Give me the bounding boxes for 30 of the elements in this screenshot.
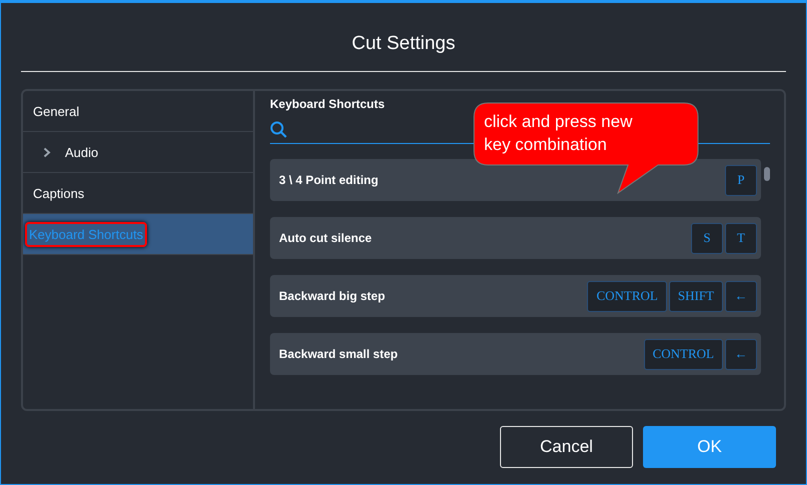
sidebar-item[interactable]: Audio (23, 132, 253, 173)
chevron-icon[interactable] (43, 146, 51, 158)
shortcut-row[interactable]: Backward small step CONTROL ← (270, 333, 761, 375)
key-cap[interactable]: ← (725, 338, 757, 370)
key-cap[interactable]: SHIFT (668, 280, 723, 312)
key-cap[interactable]: ← (725, 280, 757, 312)
key-cap[interactable]: S (691, 222, 723, 254)
key-cap[interactable]: P (725, 164, 757, 196)
ok-button[interactable]: OK (643, 426, 776, 468)
key-cap[interactable]: T (725, 222, 757, 254)
search-icon (270, 121, 288, 139)
sidebar-label: Captions (32, 184, 86, 203)
window-title: Cut Settings (350, 32, 456, 56)
shortcut-row[interactable]: Auto cut silence S T (270, 217, 761, 259)
scrollbar-thumb[interactable] (764, 167, 770, 181)
shortcut-name: Backward small step (279, 347, 398, 361)
key-cap[interactable]: CONTROL (587, 280, 667, 312)
sidebar-label: Audio (64, 144, 100, 162)
sidebar-label: Keyboard Shortcuts (25, 222, 148, 246)
cancel-button[interactable]: Cancel (500, 426, 633, 468)
key-cap[interactable]: CONTROL (644, 338, 723, 370)
sidebar-item[interactable]: General (23, 91, 253, 132)
shortcut-row[interactable]: Backward big step CONTROL SHIFT ← (270, 275, 761, 317)
sidebar-label: General (32, 102, 80, 120)
shortcut-name: Backward big step (279, 289, 386, 303)
shortcut-name: Auto cut silence (279, 231, 372, 245)
shortcut-row[interactable]: 3 \ 4 Point editing P (270, 159, 761, 201)
shortcut-name: 3 \ 4 Point editing (279, 173, 378, 187)
callout-text: click and press new key combination (484, 111, 634, 156)
section-title: Keyboard Shortcuts (270, 97, 386, 111)
